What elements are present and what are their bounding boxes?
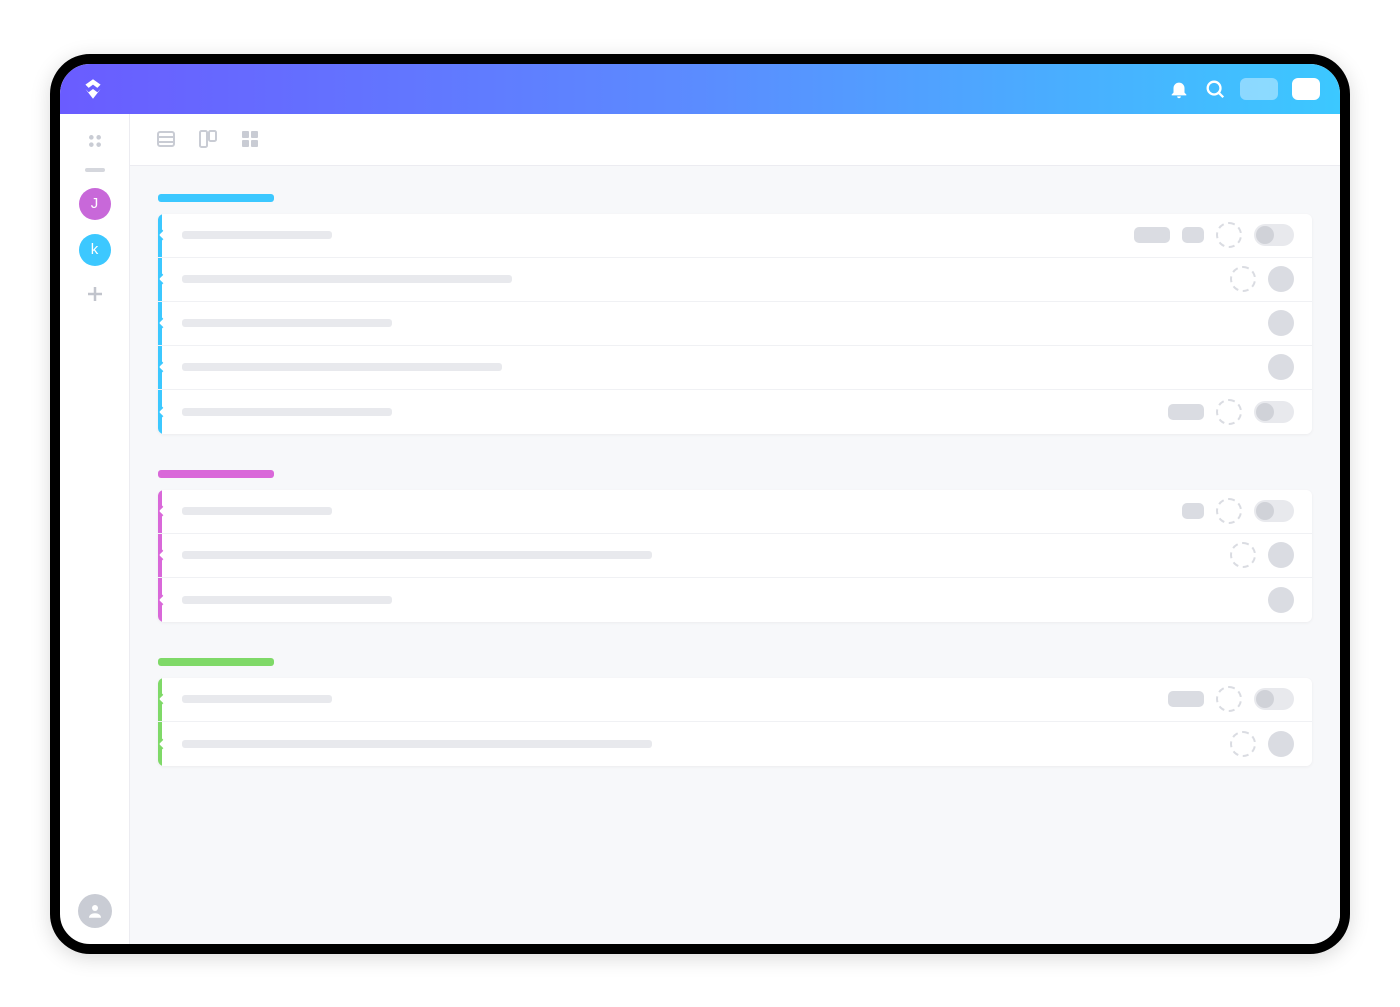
status-notch-icon xyxy=(158,406,168,417)
task-row[interactable] xyxy=(158,214,1312,258)
task-tag[interactable] xyxy=(1134,227,1170,243)
assignee-avatar[interactable] xyxy=(1268,310,1294,336)
task-toggle[interactable] xyxy=(1254,401,1294,423)
main-area xyxy=(130,114,1340,944)
task-title xyxy=(182,319,392,327)
status-notch-icon xyxy=(158,693,168,704)
task-tag[interactable] xyxy=(1168,691,1204,707)
profile-button[interactable] xyxy=(78,894,112,928)
header-action[interactable] xyxy=(1292,78,1320,100)
task-title xyxy=(182,408,392,416)
task-group xyxy=(158,470,1312,622)
assignee-avatar[interactable] xyxy=(1268,266,1294,292)
task-controls xyxy=(1168,686,1312,712)
task-controls xyxy=(1134,222,1312,248)
list-view-icon[interactable] xyxy=(154,127,178,151)
top-bar xyxy=(60,64,1340,114)
task-title xyxy=(182,231,332,239)
task-row[interactable] xyxy=(158,346,1312,390)
task-tag[interactable] xyxy=(1182,503,1204,519)
task-title xyxy=(182,740,652,748)
assignee-add-icon[interactable] xyxy=(1216,399,1242,425)
workspace-avatar[interactable]: J xyxy=(79,188,111,220)
task-title xyxy=(182,596,392,604)
task-title xyxy=(182,507,332,515)
assignee-add-icon[interactable] xyxy=(1230,731,1256,757)
task-title xyxy=(182,551,652,559)
task-tag[interactable] xyxy=(1168,404,1204,420)
task-row[interactable] xyxy=(158,722,1312,766)
notifications-icon[interactable] xyxy=(1168,78,1190,100)
task-row[interactable] xyxy=(158,490,1312,534)
task-title xyxy=(182,695,332,703)
task-row[interactable] xyxy=(158,578,1312,622)
task-row[interactable] xyxy=(158,534,1312,578)
task-row[interactable] xyxy=(158,258,1312,302)
workspace-avatar[interactable]: k xyxy=(79,234,111,266)
sidebar-divider xyxy=(85,168,105,172)
spaces-icon[interactable] xyxy=(84,130,106,152)
assignee-add-icon[interactable] xyxy=(1216,498,1242,524)
app-frame: Jk xyxy=(50,54,1350,954)
app-logo-icon xyxy=(80,76,106,102)
assignee-add-icon[interactable] xyxy=(1216,222,1242,248)
view-bar xyxy=(130,114,1340,166)
assignee-avatar[interactable] xyxy=(1268,587,1294,613)
sidebar: Jk xyxy=(60,114,130,944)
board-view-icon[interactable] xyxy=(196,127,220,151)
task-list xyxy=(158,678,1312,766)
task-group xyxy=(158,194,1312,434)
task-list-content xyxy=(130,166,1340,806)
assignee-add-icon[interactable] xyxy=(1230,542,1256,568)
task-row[interactable] xyxy=(158,390,1312,434)
task-controls xyxy=(1230,542,1312,568)
task-row[interactable] xyxy=(158,302,1312,346)
task-group xyxy=(158,658,1312,766)
task-title xyxy=(182,275,512,283)
status-notch-icon xyxy=(158,317,168,328)
group-header[interactable] xyxy=(158,658,274,666)
status-notch-icon xyxy=(158,549,168,560)
status-notch-icon xyxy=(158,361,168,372)
task-list xyxy=(158,490,1312,622)
task-controls xyxy=(1268,310,1312,336)
task-row[interactable] xyxy=(158,678,1312,722)
task-controls xyxy=(1182,498,1312,524)
group-header[interactable] xyxy=(158,470,274,478)
task-controls xyxy=(1268,354,1312,380)
status-notch-icon xyxy=(158,505,168,516)
task-toggle[interactable] xyxy=(1254,224,1294,246)
search-icon[interactable] xyxy=(1204,78,1226,100)
status-notch-icon xyxy=(158,738,168,749)
grid-view-icon[interactable] xyxy=(238,127,262,151)
assignee-add-icon[interactable] xyxy=(1216,686,1242,712)
task-toggle[interactable] xyxy=(1254,688,1294,710)
assignee-avatar[interactable] xyxy=(1268,354,1294,380)
assignee-add-icon[interactable] xyxy=(1230,266,1256,292)
task-toggle[interactable] xyxy=(1254,500,1294,522)
assignee-avatar[interactable] xyxy=(1268,731,1294,757)
task-controls xyxy=(1168,399,1312,425)
status-notch-icon xyxy=(158,229,168,240)
status-notch-icon xyxy=(158,273,168,284)
status-notch-icon xyxy=(158,594,168,605)
task-tag[interactable] xyxy=(1182,227,1204,243)
task-controls xyxy=(1230,266,1312,292)
add-space-icon[interactable] xyxy=(83,282,107,306)
task-title xyxy=(182,363,502,371)
user-icon xyxy=(86,902,104,920)
task-controls xyxy=(1230,731,1312,757)
group-header[interactable] xyxy=(158,194,274,202)
task-controls xyxy=(1268,587,1312,613)
assignee-avatar[interactable] xyxy=(1268,542,1294,568)
header-chip[interactable] xyxy=(1240,78,1278,100)
task-list xyxy=(158,214,1312,434)
